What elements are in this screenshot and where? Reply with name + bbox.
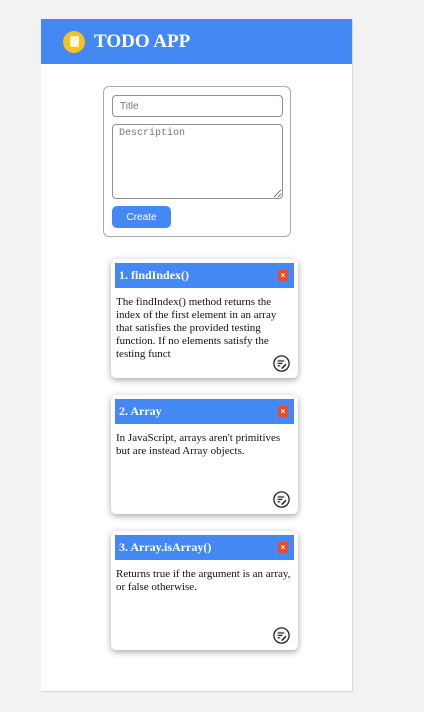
note-description: Returns true if the argument is an array… — [116, 568, 291, 593]
description-input[interactable] — [112, 124, 283, 199]
note-card: 1. findIndex() × The findIndex() method … — [111, 259, 298, 378]
delete-button[interactable]: × — [278, 406, 288, 417]
note-header: 2. Array × — [115, 399, 294, 424]
note-description: In JavaScript, arrays aren't primitives … — [116, 432, 281, 457]
create-note-form: Create — [103, 86, 291, 237]
edit-icon[interactable] — [273, 355, 290, 372]
note-title: 1. findIndex() — [119, 268, 190, 282]
app-header: TODO APP — [41, 19, 352, 64]
app-title: TODO APP — [94, 30, 191, 52]
notepad-icon-page — [69, 36, 79, 47]
note-header: 3. Array.isArray() × — [115, 535, 294, 560]
edit-icon[interactable] — [273, 627, 290, 644]
delete-button[interactable]: × — [278, 270, 288, 281]
create-button[interactable]: Create — [112, 206, 171, 228]
note-title: 2. Array — [119, 404, 162, 418]
notepad-icon — [63, 30, 85, 53]
note-card: 2. Array × In JavaScript, arrays aren't … — [111, 395, 298, 514]
note-card: 3. Array.isArray() × Returns true if the… — [111, 531, 298, 650]
note-header: 1. findIndex() × — [115, 263, 294, 288]
title-input[interactable] — [112, 95, 283, 117]
delete-button[interactable]: × — [278, 542, 288, 553]
note-title: 3. Array.isArray() — [119, 540, 212, 554]
note-description: The findIndex() method returns the index… — [116, 296, 277, 360]
todo-app: TODO APP Create 1. findIndex() × The fin… — [41, 19, 353, 692]
edit-icon[interactable] — [273, 491, 290, 508]
